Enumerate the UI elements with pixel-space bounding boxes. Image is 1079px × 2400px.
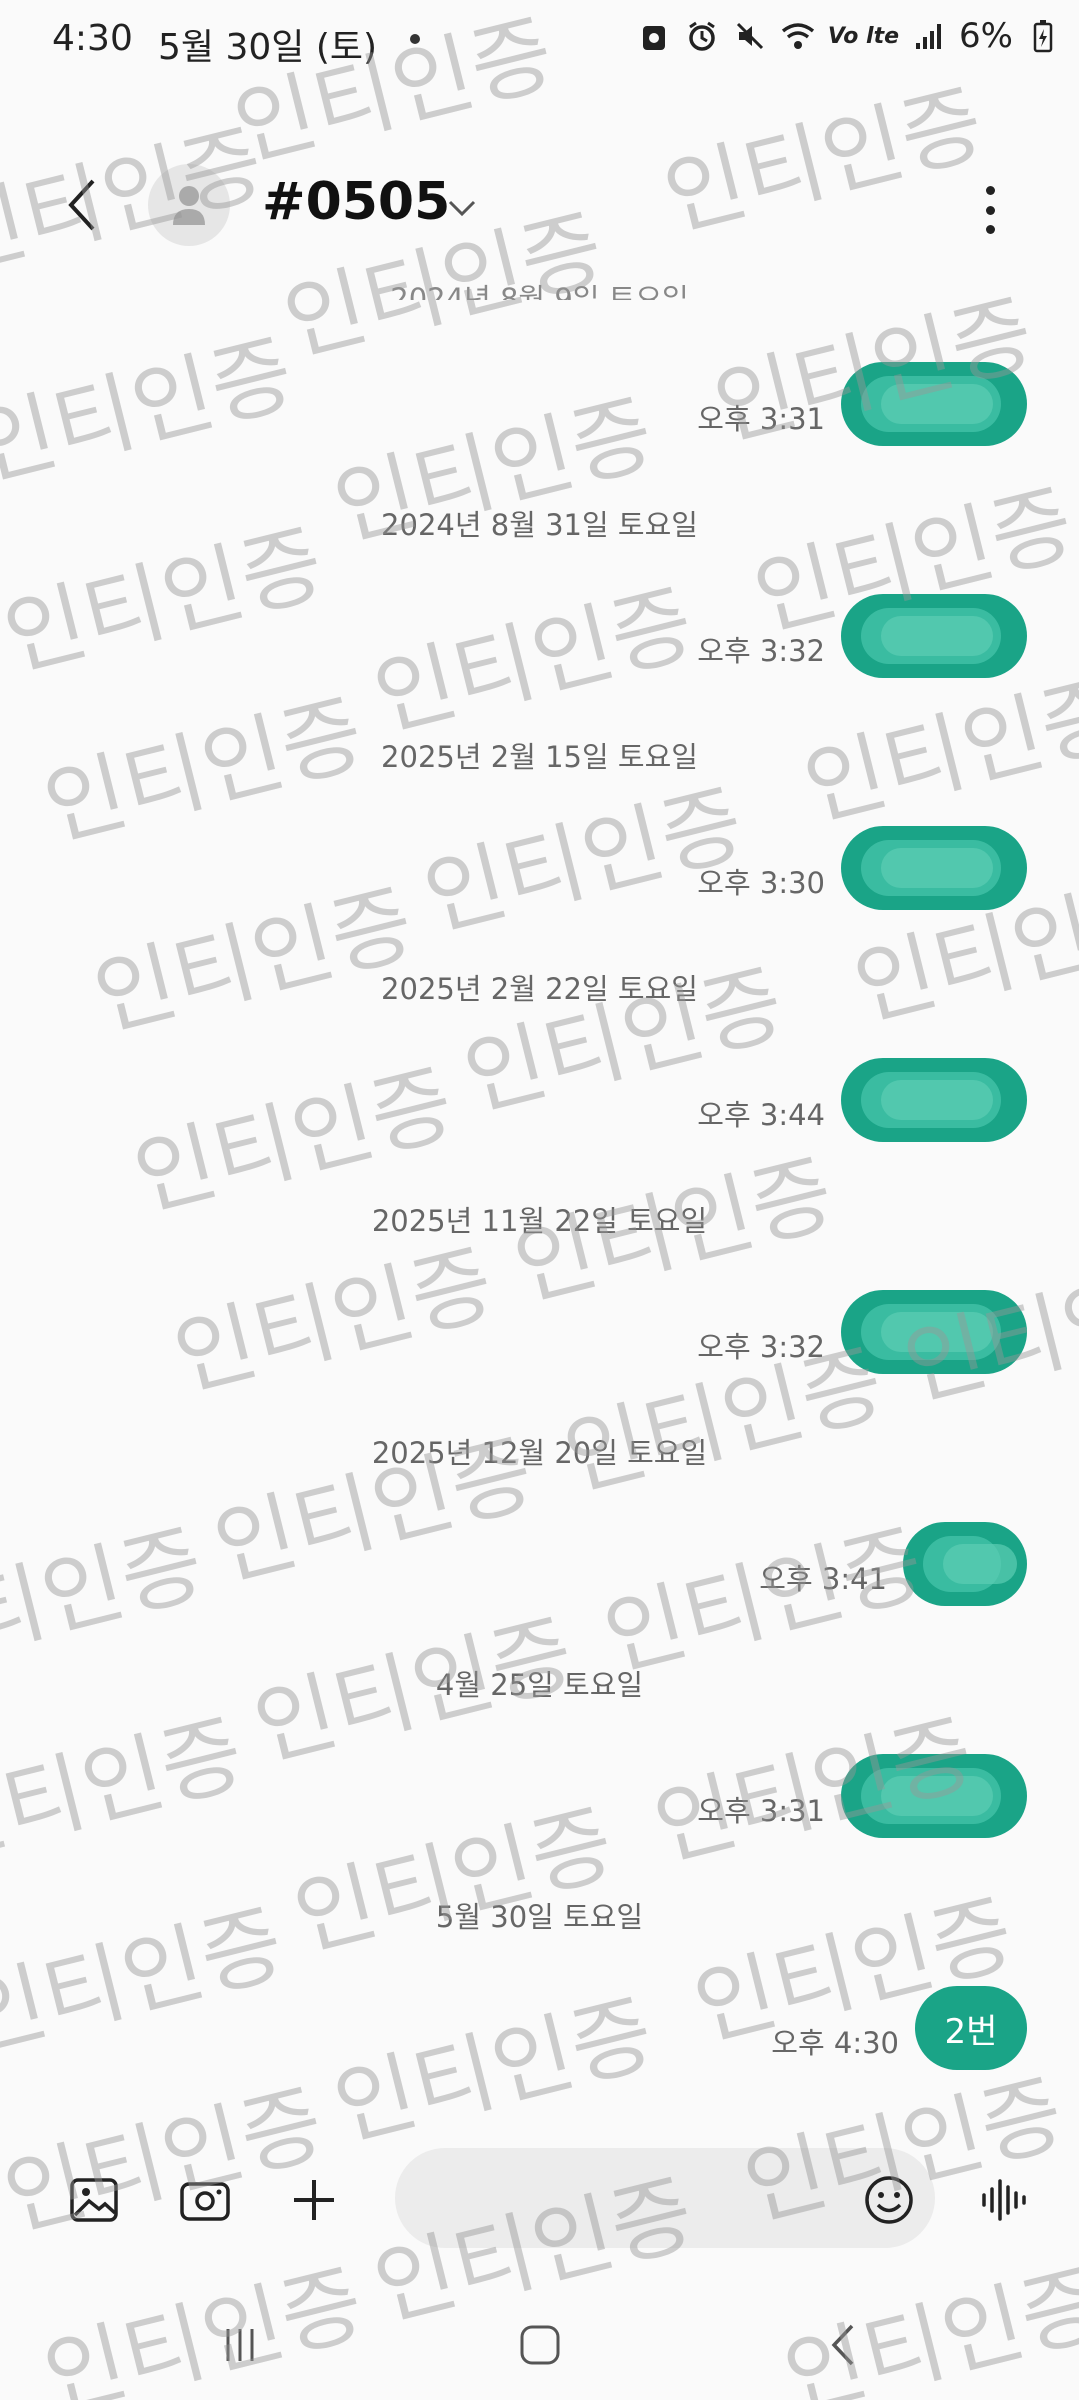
message-sent[interactable]: 오후 4:30 2번 xyxy=(771,1986,1027,2070)
date-separator: 2025년 2월 22일 토요일 xyxy=(381,972,698,1006)
notification-dot xyxy=(410,34,420,44)
home-icon xyxy=(520,2325,560,2365)
message-time: 오후 3:32 xyxy=(697,634,825,668)
watermark-text: 인티인증 xyxy=(164,1231,504,1410)
attach-button[interactable] xyxy=(284,2170,344,2230)
message-time: 오후 3:44 xyxy=(697,1098,825,1132)
chevron-down-icon xyxy=(448,200,476,217)
voice-icon xyxy=(982,2179,1026,2221)
home-button[interactable] xyxy=(505,2310,575,2380)
status-date: 5월 30일 (토) xyxy=(158,27,378,68)
date-separator: 5월 30일 토요일 xyxy=(435,1900,644,1934)
system-navigation-bar xyxy=(0,2290,1079,2400)
watermark-text: 인티인증 xyxy=(284,1791,624,1970)
gallery-icon xyxy=(70,2178,118,2222)
message-bubble[interactable] xyxy=(841,1754,1027,1838)
recents-button[interactable] xyxy=(205,2310,275,2380)
date-separator: 2025년 11월 22일 토요일 xyxy=(371,1204,708,1238)
battery-icon xyxy=(1025,16,1061,56)
message-time: 오후 3:41 xyxy=(759,1562,887,1596)
message-sent[interactable]: 오후 3:30 xyxy=(697,826,1027,910)
gallery-button[interactable] xyxy=(64,2170,124,2230)
status-bar: 4:30 5월 30일 (토) Vo lte 6% xyxy=(0,0,1079,80)
voice-record-button[interactable] xyxy=(975,2170,1035,2230)
message-time: 오후 3:31 xyxy=(697,1794,825,1828)
date-separator: 2025년 2월 15일 토요일 xyxy=(381,740,698,774)
back-button[interactable] xyxy=(52,170,112,240)
photo-icon xyxy=(636,16,672,56)
back-nav-button[interactable] xyxy=(808,2310,878,2380)
message-time: 오후 3:31 xyxy=(697,402,825,436)
status-icons: Vo lte 6% xyxy=(636,16,1061,56)
title-dropdown-button[interactable] xyxy=(444,190,480,226)
message-sent[interactable]: 오후 3:31 xyxy=(697,362,1027,446)
recents-icon xyxy=(226,2329,254,2361)
message-bubble[interactable] xyxy=(841,1058,1027,1142)
message-input[interactable] xyxy=(425,2148,829,2250)
message-sent[interactable]: 오후 3:44 xyxy=(697,1058,1027,1142)
watermark-text: 인티인증 xyxy=(364,571,704,750)
message-sent[interactable]: 오후 3:31 xyxy=(697,1754,1027,1838)
back-icon xyxy=(68,179,95,231)
mute-icon xyxy=(732,16,768,56)
message-sent[interactable]: 오후 3:41 xyxy=(759,1522,1027,1606)
back-nav-icon xyxy=(831,2324,854,2366)
signal-icon xyxy=(911,16,947,56)
watermark-text: 인티인증 xyxy=(324,1981,664,2160)
message-bubble[interactable] xyxy=(841,826,1027,910)
watermark-text: 인티인증 xyxy=(0,1701,254,1880)
more-options-button[interactable] xyxy=(970,180,1010,240)
message-bubble[interactable] xyxy=(841,362,1027,446)
message-bubble[interactable]: 2번 xyxy=(915,1986,1027,2070)
message-sent[interactable]: 오후 3:32 xyxy=(697,1290,1027,1374)
conversation-title[interactable]: #0505 xyxy=(262,172,450,232)
camera-button[interactable] xyxy=(175,2170,235,2230)
date-separator: 4월 25일 토요일 xyxy=(435,1668,644,1702)
plus-icon xyxy=(294,2180,334,2220)
camera-icon xyxy=(180,2182,230,2221)
more-options-icon xyxy=(985,186,995,195)
message-time: 오후 4:30 xyxy=(771,2026,899,2060)
message-text: 2번 xyxy=(944,2011,998,2052)
date-separator: 2024년 8월 9일 토요일 xyxy=(390,282,689,300)
volte-icon: Vo lte xyxy=(827,23,900,49)
message-bubble[interactable] xyxy=(903,1522,1027,1606)
emoji-button[interactable] xyxy=(859,2170,919,2230)
conversation-header: #0505 xyxy=(0,150,1079,260)
message-time: 오후 3:32 xyxy=(697,1330,825,1364)
alarm-icon xyxy=(684,16,720,56)
watermark-text: 인티인증 xyxy=(84,871,424,1050)
message-input-container[interactable] xyxy=(395,2148,935,2250)
contact-avatar-icon xyxy=(173,186,205,225)
battery-percent: 6% xyxy=(959,16,1013,56)
message-composer xyxy=(0,2140,1079,2260)
message-time: 오후 3:30 xyxy=(697,866,825,900)
message-bubble[interactable] xyxy=(841,1290,1027,1374)
contact-avatar[interactable] xyxy=(148,164,230,246)
emoji-icon xyxy=(865,2176,913,2224)
date-separator: 2025년 12월 20일 토요일 xyxy=(371,1436,708,1470)
status-time: 4:30 xyxy=(52,18,133,59)
message-bubble[interactable] xyxy=(841,594,1027,678)
date-separator: 2024년 8월 31일 토요일 xyxy=(381,508,698,542)
watermark-text: 인티인증 xyxy=(0,321,304,500)
message-sent[interactable]: 오후 3:32 xyxy=(697,594,1027,678)
wifi-icon xyxy=(780,16,816,56)
